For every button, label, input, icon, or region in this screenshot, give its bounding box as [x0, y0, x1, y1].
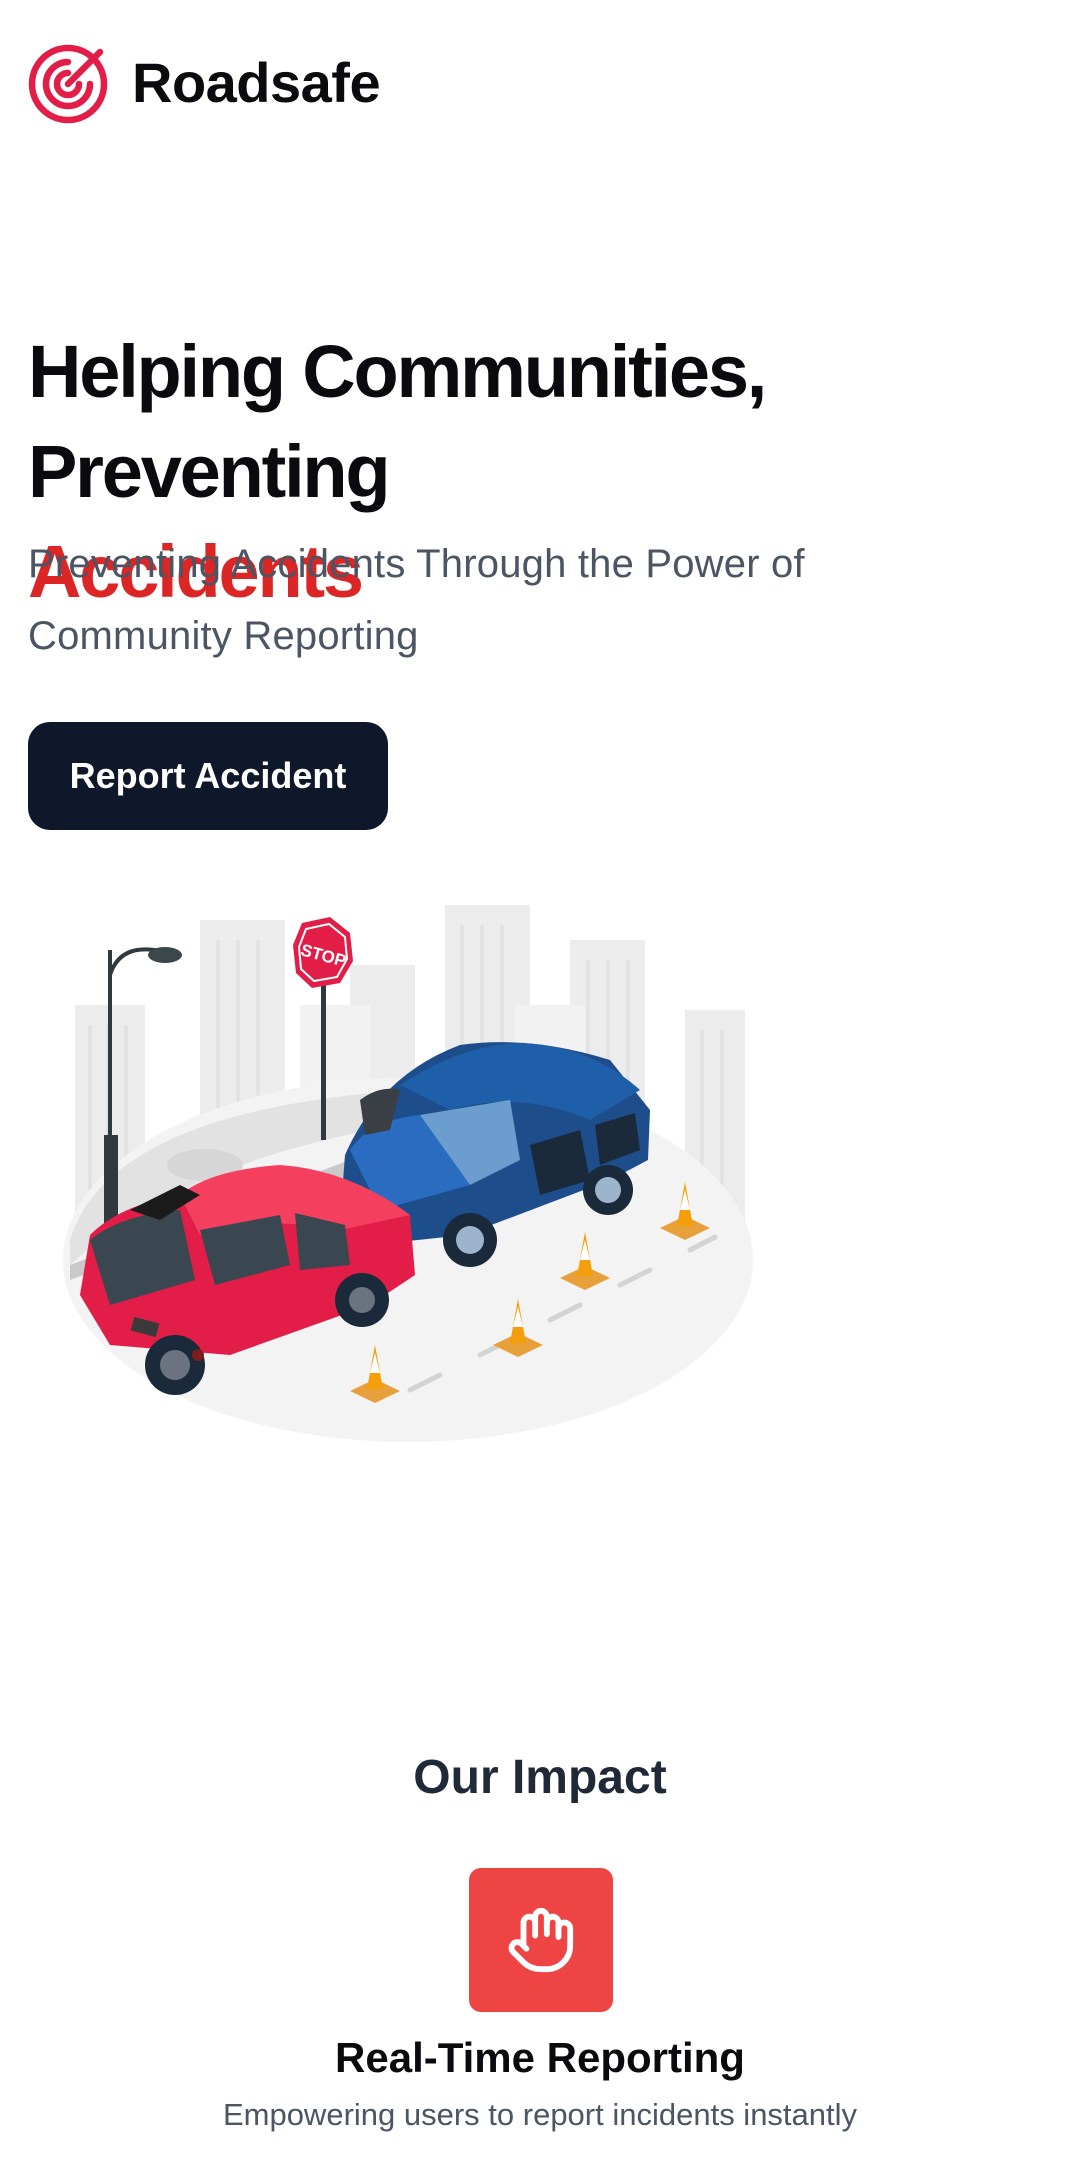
impact-item-title: Real-Time Reporting: [335, 2034, 745, 2081]
hero-subtitle: Preventing Accidents Through the Power o…: [28, 542, 805, 658]
header: Roadsafe: [28, 42, 381, 124]
hand-stop-icon: [508, 1907, 574, 1973]
radar-target-icon[interactable]: [28, 42, 110, 124]
brand-name[interactable]: Roadsafe: [132, 55, 381, 111]
impact-heading: Our Impact: [413, 1751, 667, 1804]
impact-item-description: Empowering users to report incidents ins…: [222, 2097, 858, 2132]
impact-icon-badge: [469, 1868, 613, 2012]
car-accident-illustration: STOP: [63, 905, 753, 1442]
page: Roadsafe Helping Communities, Preventing…: [0, 0, 1080, 2166]
hero-title-line: Helping Communities, Preventing: [28, 330, 767, 513]
report-accident-button[interactable]: Report Accident: [28, 722, 388, 830]
